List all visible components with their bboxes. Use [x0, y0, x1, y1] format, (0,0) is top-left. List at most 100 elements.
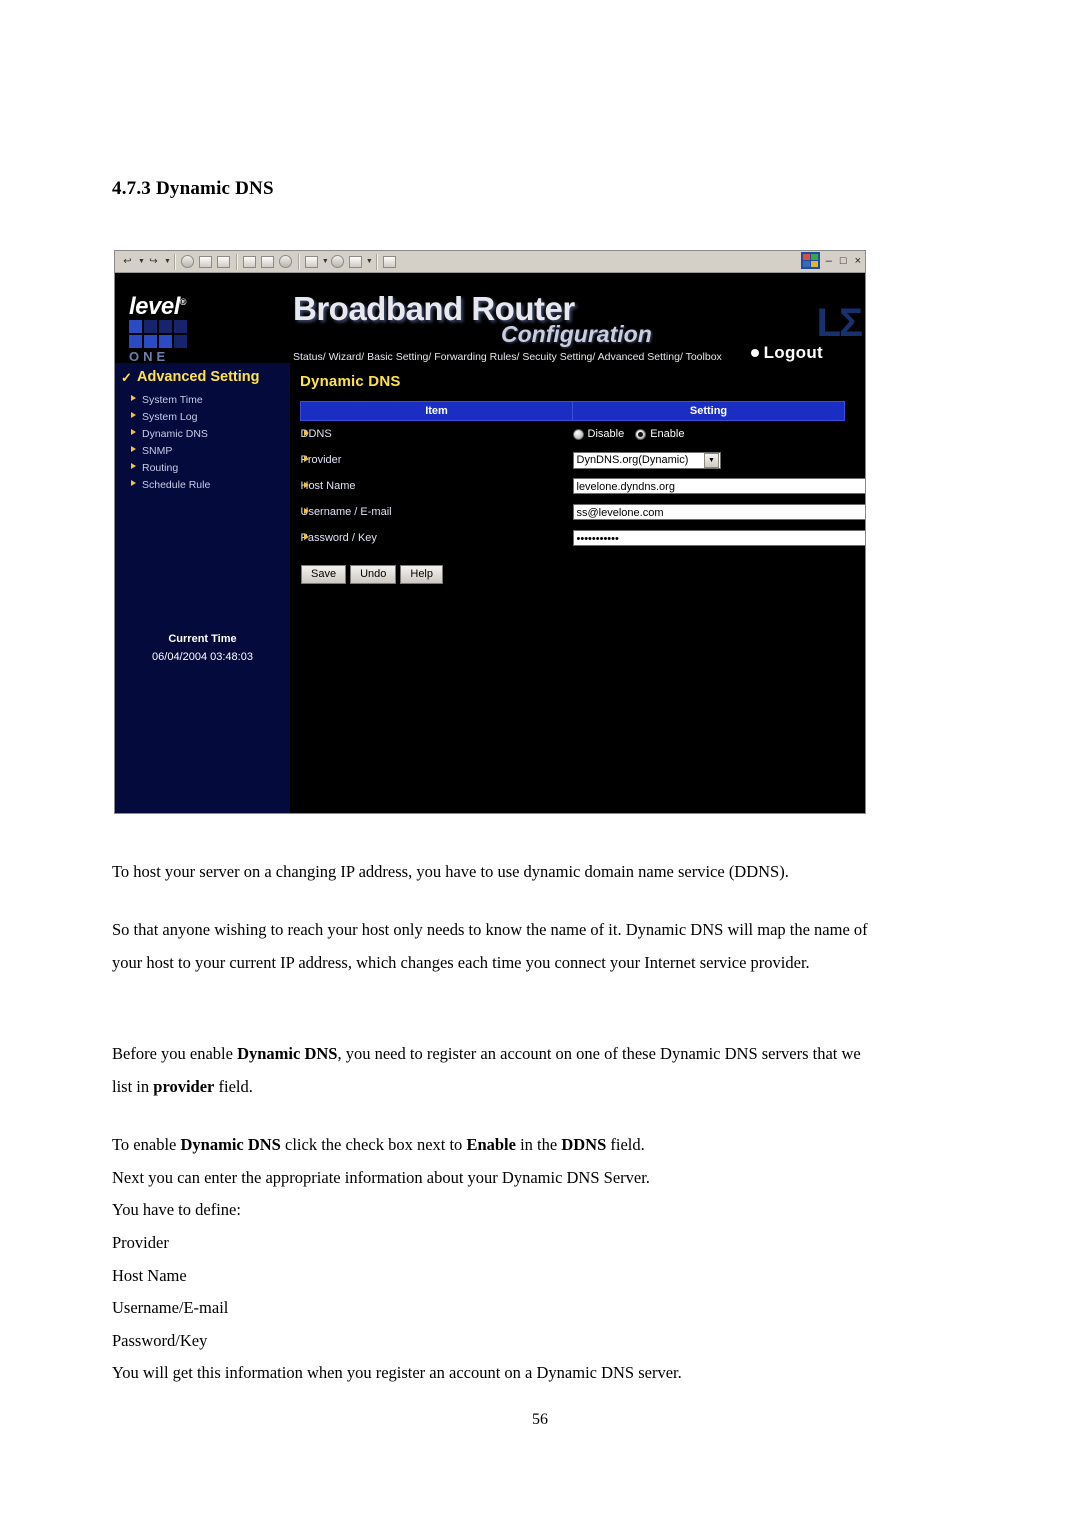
sidebar-item-system-time[interactable]: System Time — [115, 391, 290, 408]
sidebar-item-system-log[interactable]: System Log — [115, 408, 290, 425]
messenger-icon[interactable] — [381, 253, 398, 270]
paragraph-2: So that anyone wishing to reach your hos… — [112, 920, 868, 972]
favorites-icon[interactable] — [259, 253, 276, 270]
mail-dropdown-icon[interactable]: ▼ — [322, 258, 329, 265]
row-label-password: Password / Key — [301, 525, 573, 551]
row-label-text: Password / Key — [300, 532, 377, 544]
router-admin-screenshot: ↩ ▼ ↪ ▼ ▼ ▼ – □ × level® ONE Broadband R… — [114, 250, 866, 814]
table-row: Password / Key ••••••••••• — [301, 525, 865, 551]
brand-registered-icon: ® — [179, 297, 187, 307]
stop-glyph — [180, 255, 194, 268]
refresh-glyph — [198, 255, 212, 268]
list-item-username: Username/E-mail — [112, 1298, 229, 1317]
paragraph-6: You have to define: — [112, 1200, 241, 1219]
arrow-right-icon — [131, 412, 136, 418]
browser-toolbar: ↩ ▼ ↪ ▼ ▼ ▼ – □ × — [115, 251, 865, 273]
provider-select[interactable]: DynDNS.org(Dynamic) ▼ — [572, 451, 721, 469]
host-name-input[interactable]: levelone.dyndns.org — [572, 478, 865, 494]
help-button[interactable]: Help — [400, 565, 443, 584]
print-icon[interactable] — [329, 253, 346, 270]
sidebar-item-snmp[interactable]: SNMP — [115, 442, 290, 459]
password-input[interactable]: ••••••••••• — [572, 530, 865, 546]
sidebar-title-label: Advanced Setting — [137, 369, 260, 385]
messenger-glyph — [382, 255, 396, 268]
stop-icon[interactable] — [179, 253, 196, 270]
router-ui-body: ✓ Advanced Setting System Time System Lo… — [115, 363, 865, 813]
ddns-radio-group[interactable]: Disable Enable — [572, 428, 845, 440]
sidebar-item-label: SNMP — [142, 444, 173, 457]
table-row: Host Name levelone.dyndns.org — [301, 473, 865, 499]
content-panel: Dynamic DNS Item Setting DDNS Disable En… — [290, 363, 865, 813]
forward-glyph: ↪ — [149, 256, 158, 267]
home-icon[interactable] — [215, 253, 232, 270]
sidebar-item-routing[interactable]: Routing — [115, 459, 290, 476]
sidebar-item-schedule-rule[interactable]: Schedule Rule — [115, 476, 290, 493]
save-button[interactable]: Save — [301, 565, 347, 584]
radio-enable-label: Enable — [650, 428, 685, 440]
table-header-row: Item Setting — [300, 401, 845, 421]
arrow-right-icon — [131, 463, 136, 469]
paragraph-3: Before you enable Dynamic DNS, you need … — [112, 1044, 861, 1096]
brand-text: level — [129, 293, 180, 320]
chevron-down-icon[interactable]: ▼ — [704, 452, 719, 468]
current-time-value: 06/04/2004 03:48:03 — [152, 651, 253, 663]
row-label-host-name: Host Name — [301, 473, 573, 499]
arrow-right-icon — [303, 430, 309, 436]
sidebar: ✓ Advanced Setting System Time System Lo… — [115, 363, 290, 813]
brand-logo: level® — [129, 293, 187, 321]
refresh-icon[interactable] — [197, 253, 214, 270]
table-row: Provider DynDNS.org(Dynamic) ▼ — [301, 447, 845, 473]
back-dropdown-icon[interactable]: ▼ — [138, 258, 145, 265]
undo-button[interactable]: Undo — [350, 565, 397, 584]
mail-glyph — [304, 255, 318, 268]
row-label-ddns: DDNS — [301, 421, 573, 448]
banner-subtitle: Configuration — [501, 321, 652, 347]
username-input[interactable]: ss@levelone.com — [572, 504, 865, 520]
list-item-password: Password/Key — [112, 1331, 208, 1350]
table-row: Username / E-mail ss@levelone.com — [301, 499, 865, 525]
history-glyph — [278, 255, 292, 268]
edit-dropdown-icon[interactable]: ▼ — [366, 258, 373, 265]
toolbar-separator-3 — [297, 253, 300, 270]
row-value-host-name: levelone.dyndns.org — [572, 473, 865, 499]
sidebar-item-label: System Log — [142, 410, 198, 423]
row-value-password: ••••••••••• — [572, 525, 865, 551]
sidebar-item-label: System Time — [142, 393, 203, 406]
arrow-right-icon — [303, 482, 309, 488]
logout-button[interactable]: Logout — [764, 343, 823, 363]
back-icon[interactable]: ↩ — [119, 253, 136, 270]
banner-right-mark: LΣ — [816, 301, 863, 345]
edit-word-icon[interactable] — [347, 253, 364, 270]
close-button[interactable]: × — [853, 255, 863, 267]
sidebar-item-label: Schedule Rule — [142, 478, 211, 491]
radio-disable[interactable] — [572, 428, 584, 440]
row-value-ddns: Disable Enable — [572, 421, 845, 448]
sidebar-item-dynamic-dns[interactable]: Dynamic DNS — [115, 425, 290, 442]
row-label-text: Host Name — [300, 480, 356, 492]
restore-button[interactable]: □ — [838, 255, 849, 267]
forward-dropdown-icon[interactable]: ▼ — [164, 258, 171, 265]
search-icon[interactable] — [241, 253, 258, 270]
breadcrumb[interactable]: Status/ Wizard/ Basic Setting/ Forwardin… — [293, 351, 722, 363]
forward-icon[interactable]: ↪ — [145, 253, 162, 270]
arrow-right-icon — [303, 456, 309, 462]
page-title: 4.7.3 Dynamic DNS — [112, 178, 274, 199]
radio-enable[interactable] — [635, 428, 647, 440]
content-title: Dynamic DNS — [300, 373, 401, 390]
arrow-right-icon — [131, 480, 136, 486]
home-glyph — [216, 255, 230, 268]
history-icon[interactable] — [277, 253, 294, 270]
print-glyph — [330, 255, 344, 268]
provider-select-value: DynDNS.org(Dynamic) — [576, 454, 689, 466]
sidebar-item-label: Dynamic DNS — [142, 427, 208, 440]
toolbar-separator-2 — [235, 253, 238, 270]
minimize-button[interactable]: – — [824, 255, 834, 267]
form-button-row: Save Undo Help — [300, 565, 865, 584]
word-glyph — [348, 255, 362, 268]
mail-icon[interactable] — [303, 253, 320, 270]
check-icon: ✓ — [121, 370, 132, 385]
paragraph-4: To enable Dynamic DNS click the check bo… — [112, 1135, 645, 1154]
brand-blocks-icon — [129, 320, 187, 348]
sidebar-item-label: Routing — [142, 461, 179, 474]
row-label-provider: Provider — [301, 447, 573, 473]
